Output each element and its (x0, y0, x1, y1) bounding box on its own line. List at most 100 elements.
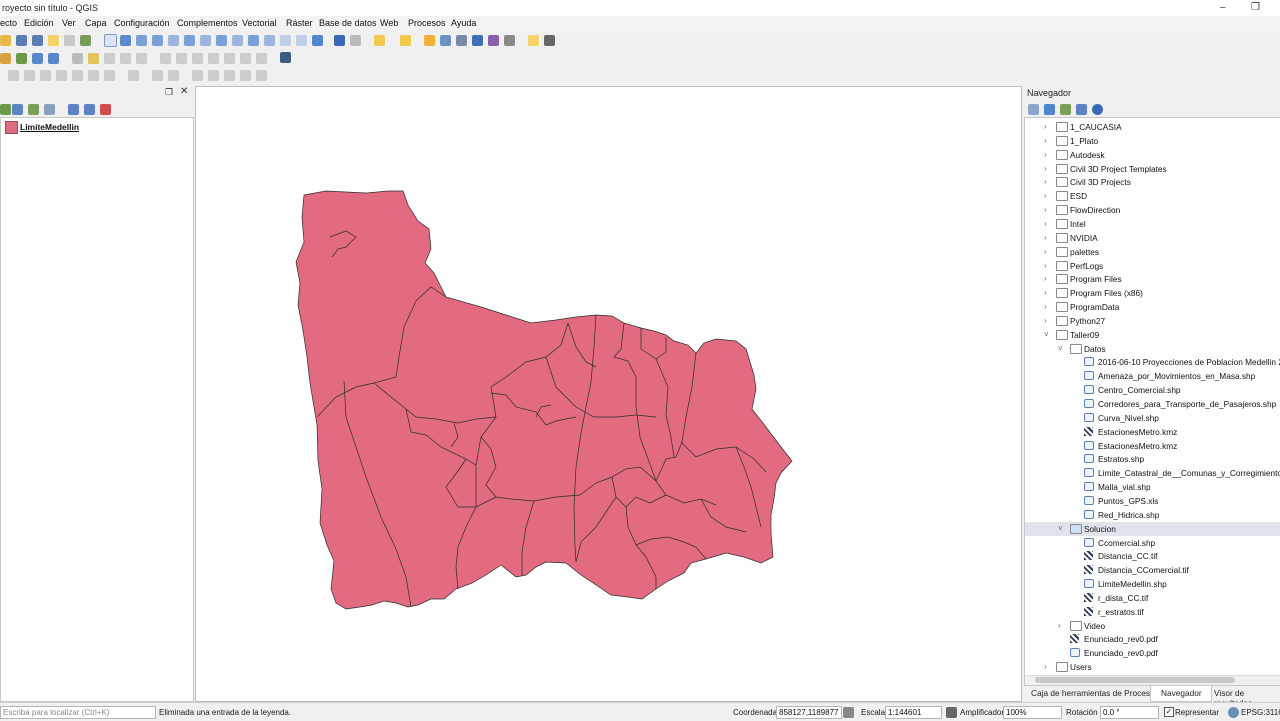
toolbox-gear-icon[interactable] (472, 35, 483, 46)
open-styling-icon[interactable] (0, 104, 11, 115)
float-icon[interactable]: ❐ (165, 87, 173, 98)
filter-icon[interactable] (28, 104, 39, 115)
menu-procesos[interactable]: Procesos (408, 18, 446, 28)
browser-item[interactable]: Distancia_CComercial.tif (1025, 563, 1280, 577)
expand-all-icon[interactable] (68, 104, 79, 115)
measure-icon[interactable] (504, 35, 515, 46)
magnifier-field[interactable]: 100% (1003, 706, 1062, 719)
python-console-icon[interactable] (280, 52, 291, 63)
save-as-icon[interactable] (32, 35, 43, 46)
deselect-icon[interactable] (424, 35, 435, 46)
zoom-in-icon[interactable] (136, 35, 147, 46)
chevron-right-icon[interactable]: › (1044, 191, 1047, 200)
menu-ver[interactable]: Ver (62, 18, 76, 28)
browser-item[interactable]: Enunciado_rev0.pdf (1025, 646, 1280, 660)
delete-selected-icon[interactable] (176, 53, 187, 64)
copy-icon[interactable] (208, 53, 219, 64)
select-value-icon[interactable] (400, 35, 411, 46)
browser-item[interactable]: › 1_CAUCASIA (1025, 120, 1280, 134)
browser-item[interactable]: › Python27 (1025, 314, 1280, 328)
add-selected-layers-icon[interactable] (1028, 104, 1039, 115)
browser-item[interactable]: Limite_Catastral_de__Comunas_y_Corregimi… (1025, 466, 1280, 480)
reshape-icon[interactable] (128, 70, 139, 81)
browser-item[interactable]: Red_Hidrica.shp (1025, 508, 1280, 522)
collapse-all-icon[interactable] (84, 104, 95, 115)
zoom-native-icon[interactable] (232, 35, 243, 46)
layer-item-limitemedellin[interactable]: LimiteMedellin (20, 122, 79, 132)
digitize-curve-icon[interactable] (8, 70, 19, 81)
menu-raster[interactable]: Ráster (286, 18, 313, 28)
chevron-right-icon[interactable]: › (1044, 233, 1047, 242)
browser-item[interactable]: LimiteMedellin.shp (1025, 577, 1280, 591)
browser-item[interactable]: Curva_Nivel.shp (1025, 411, 1280, 425)
new-gpkg-icon[interactable] (32, 53, 43, 64)
split-features-icon[interactable] (168, 70, 179, 81)
new-map-view-icon[interactable] (280, 35, 291, 46)
refresh-icon[interactable] (1044, 104, 1055, 115)
tab-processing-toolbox[interactable]: Caja de herramientas de Procesos (1031, 688, 1159, 698)
chevron-right-icon[interactable]: › (1044, 122, 1047, 131)
offset-point-icon[interactable] (256, 70, 267, 81)
browser-item[interactable]: › Users (1025, 660, 1280, 674)
remove-layer-icon[interactable] (100, 104, 111, 115)
vertex-tool-icon[interactable] (136, 53, 147, 64)
new-project-icon[interactable] (0, 35, 11, 46)
temp-layer-icon[interactable] (48, 53, 59, 64)
browser-item[interactable]: r_dista_CC.tif (1025, 591, 1280, 605)
add-ring-icon[interactable] (56, 70, 67, 81)
toggle-extents-icon[interactable] (843, 707, 854, 718)
redo-icon[interactable] (256, 53, 267, 64)
simplify-icon[interactable] (40, 70, 51, 81)
chevron-right-icon[interactable]: › (1044, 247, 1047, 256)
browser-item[interactable]: Malla_vial.shp (1025, 480, 1280, 494)
chevron-down-icon[interactable]: ˅ (1044, 330, 1049, 339)
chevron-down-icon[interactable]: ˅ (1058, 344, 1063, 353)
add-feature-icon[interactable] (120, 53, 131, 64)
paste-icon[interactable] (224, 53, 235, 64)
zoom-layer-icon[interactable] (216, 35, 227, 46)
chevron-right-icon[interactable]: › (1044, 261, 1047, 270)
properties-info-icon[interactable] (1092, 104, 1103, 115)
filter-browser-icon[interactable] (1060, 104, 1071, 115)
cut-icon[interactable] (192, 53, 203, 64)
refresh-icon[interactable] (312, 35, 323, 46)
bookmark-icon[interactable] (296, 35, 307, 46)
menu-configuracion[interactable]: Configuración (114, 18, 170, 28)
minimize-icon[interactable]: – (1220, 2, 1226, 13)
map-svg[interactable] (196, 87, 1021, 701)
browser-item[interactable]: Estratos.shp (1025, 452, 1280, 466)
chevron-right-icon[interactable]: › (1044, 150, 1047, 159)
locator-input[interactable]: Escriba para localizar (Ctrl+K) (0, 706, 156, 719)
menu-proyecto[interactable]: ecto (0, 18, 17, 28)
scale-field[interactable]: 1:144601 (885, 706, 942, 719)
browser-item[interactable]: Centro_Comercial.shp (1025, 383, 1280, 397)
browser-item[interactable]: Ccomercial.shp (1025, 536, 1280, 550)
layout-manager-icon[interactable] (80, 35, 91, 46)
split-parts-icon[interactable] (192, 70, 203, 81)
merge-features-icon[interactable] (208, 70, 219, 81)
delete-ring-icon[interactable] (104, 70, 115, 81)
browser-item[interactable]: 2016-06-10 Proyecciones de Poblacion Med… (1025, 355, 1280, 369)
menu-base-de-datos[interactable]: Base de datos (319, 18, 377, 28)
pan-to-selection-icon[interactable] (120, 35, 131, 46)
chevron-right-icon[interactable]: › (1044, 164, 1047, 173)
chevron-right-icon[interactable]: › (1044, 288, 1047, 297)
rotate-feature-icon[interactable] (24, 70, 35, 81)
toggle-editing-icon[interactable] (88, 53, 99, 64)
browser-item[interactable]: › PerfLogs (1025, 259, 1280, 273)
restore-icon[interactable]: ❐ (1251, 2, 1260, 13)
attribute-table-icon[interactable] (440, 35, 451, 46)
browser-item[interactable]: › Autodesk (1025, 148, 1280, 162)
limite-medellin-polygon[interactable] (295, 190, 793, 610)
browser-item[interactable]: ˅ Solucion (1025, 521, 1280, 536)
scrollbar-thumb[interactable] (1035, 677, 1235, 683)
chevron-down-icon[interactable]: ˅ (1058, 524, 1063, 533)
save-edits-icon[interactable] (104, 53, 115, 64)
chevron-right-icon[interactable]: › (1044, 219, 1047, 228)
browser-item[interactable]: Puntos_GPS.xls (1025, 494, 1280, 508)
browser-item[interactable]: r_estratos.tif (1025, 605, 1280, 619)
lock-scale-icon[interactable] (946, 707, 957, 718)
map-canvas[interactable] (195, 86, 1022, 702)
menu-complementos[interactable]: Complementos (177, 18, 238, 28)
zoom-rubberband-icon[interactable] (168, 35, 179, 46)
